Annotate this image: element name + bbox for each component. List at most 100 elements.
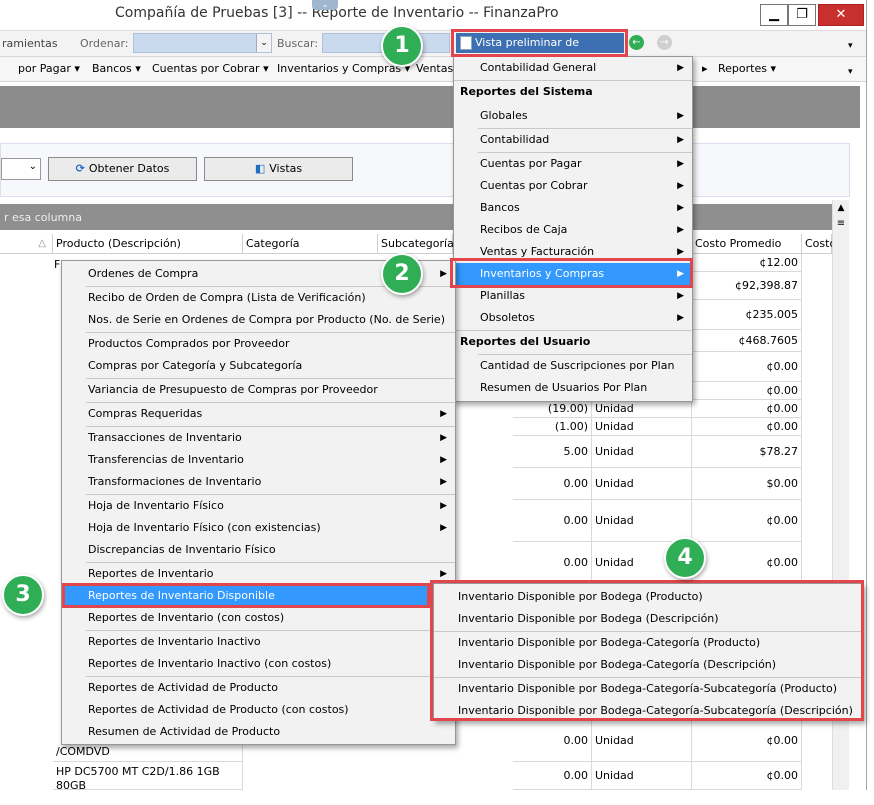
menu-accounting[interactable]: Contabilidad ▶ <box>454 129 692 151</box>
scroll-up-icon[interactable]: ▲ <box>833 200 849 216</box>
row-qty: 5.00 <box>513 436 592 468</box>
menu-accounts-payable[interactable]: por Pagar ▾ <box>18 62 80 75</box>
submenu-product-activity[interactable]: Reportes de Actividad de Producto <box>62 677 455 699</box>
row-cost: ¢0.00 <box>692 352 802 382</box>
menu-more[interactable]: ▸ <box>702 62 708 75</box>
views-button[interactable]: ◧ Vistas <box>204 157 353 181</box>
order-label: Ordenar: <box>80 37 129 50</box>
submenu-arrow-icon: ▶ <box>677 63 684 73</box>
col-sort-header[interactable]: △ <box>0 234 53 254</box>
menu-global[interactable]: Globales ▶ <box>454 105 692 127</box>
row-unit: Unidad <box>592 468 692 500</box>
maximize-button[interactable]: ❐ <box>788 4 816 26</box>
row-unit: Unidad <box>592 400 692 418</box>
submenu-physical-sheet[interactable]: Hoja de Inventario Físico ▶ <box>62 495 455 517</box>
row-cost: ¢0.00 <box>692 720 802 762</box>
submenu-product-activity-costs[interactable]: Reportes de Actividad de Producto (con c… <box>62 699 455 721</box>
menu-sales[interactable]: Ventas <box>416 62 453 75</box>
menu-banks[interactable]: Bancos ▾ <box>92 62 141 75</box>
close-button[interactable]: ✕ <box>818 4 864 26</box>
grid-menu-icon[interactable]: ≡ <box>833 216 849 232</box>
row-cost: ¢0.00 <box>692 500 802 542</box>
row-qty: 0.00 <box>513 762 592 790</box>
callout-box-preview <box>451 29 628 57</box>
menu-label: Cuentas por Pagar <box>480 157 582 170</box>
forward-arrow-icon[interactable]: → <box>657 35 672 50</box>
submenu-inventory-transactions[interactable]: Transacciones de Inventario ▶ <box>62 427 455 449</box>
submenu-required-purchases[interactable]: Compras Requeridas ▶ <box>62 403 455 425</box>
order-combo[interactable]: ⌄ <box>133 33 272 53</box>
submenu-inventory-transfers[interactable]: Transferencias de Inventario ▶ <box>62 449 455 471</box>
menu-users-per-plan[interactable]: Resumen de Usuarios Por Plan <box>454 377 692 399</box>
group-by-band: r esa columna <box>0 204 832 230</box>
submenu-purchases-by-category[interactable]: Compras por Categoría y Subcategoría <box>62 355 455 377</box>
row-cost: ¢468.7605 <box>692 330 802 352</box>
back-arrow-icon[interactable]: ← <box>629 35 644 50</box>
menu-receivables[interactable]: Cuentas por Cobrar ▶ <box>454 175 692 197</box>
submenu-physical-discrepancies[interactable]: Discrepancias de Inventario Físico <box>62 539 455 561</box>
sort-triangle-icon: △ <box>38 238 46 249</box>
callout-box-inventory-menu <box>450 258 693 288</box>
col-product-description[interactable]: Producto (Descripción) <box>53 234 243 254</box>
row-description: HP DC5700 MT C2D/1.86 1GB 80GB <box>53 762 243 790</box>
col-category[interactable]: Categoría <box>243 234 378 254</box>
menu-cash-receipts[interactable]: Recibos de Caja ▶ <box>454 219 692 241</box>
overflow-icon[interactable]: ▾ <box>848 41 853 51</box>
menu-label: Bancos <box>480 201 520 214</box>
row-cost: ¢92,398.87 <box>692 272 802 300</box>
col-cost[interactable]: Costo <box>802 234 836 254</box>
menu-label: Transformaciones de Inventario <box>88 475 262 488</box>
user-reports-header: Reportes del Usuario <box>460 335 591 348</box>
menu-label: Resumen de Actividad de Producto <box>88 725 281 738</box>
filter-combo[interactable]: ⌄ <box>1 158 41 180</box>
toolbar: ramientas Ordenar: ⌄ Buscar: Vista preli… <box>0 31 866 69</box>
row-cost: ¢12.00 <box>692 254 802 272</box>
get-data-button[interactable]: ⟳ Obtener Datos <box>48 157 197 181</box>
menu-subscriptions-per-plan[interactable]: Cantidad de Suscripciones por Plan <box>454 355 692 377</box>
submenu-arrow-icon: ▶ <box>440 409 447 419</box>
tools-label[interactable]: ramientas <box>2 37 58 50</box>
submenu-inventory-reports[interactable]: Reportes de Inventario ▶ <box>62 563 455 585</box>
submenu-po-serials[interactable]: Nos. de Serie en Ordenes de Compra por P… <box>62 309 455 331</box>
submenu-arrow-icon: ▶ <box>440 501 447 511</box>
step-badge-2: 2 <box>381 253 423 295</box>
submenu-inventory-reports-costs[interactable]: Reportes de Inventario (con costos)▶ <box>62 607 455 629</box>
minimize-button[interactable]: ▁ <box>760 4 788 26</box>
menu-payables[interactable]: Cuentas por Pagar ▶ <box>454 153 692 175</box>
menu-banks-reports[interactable]: Bancos ▶ <box>454 197 692 219</box>
menu-obsolete[interactable]: Obsoletos ▶ <box>454 307 692 329</box>
submenu-inactive-inventory-costs[interactable]: Reportes de Inventario Inactivo (con cos… <box>62 653 455 675</box>
col-subcategory[interactable]: Subcategoría <box>378 234 454 254</box>
row-qty: (19.00) <box>513 400 592 418</box>
menu-payroll[interactable]: Planillas ▶ <box>454 285 692 307</box>
row-cost: $78.27 <box>692 436 802 468</box>
menu-label: Resumen de Usuarios Por Plan <box>480 381 648 394</box>
grid-stub: F <box>54 258 61 271</box>
collapse-chevron-icon[interactable]: ⌄ <box>312 0 338 10</box>
menu-label: Contabilidad General <box>480 61 597 74</box>
submenu-physical-sheet-stock[interactable]: Hoja de Inventario Físico (con existenci… <box>62 517 455 539</box>
col-average-cost[interactable]: Costo Promedio <box>692 234 802 254</box>
submenu-inventory-transformations[interactable]: Transformaciones de Inventario ▶ <box>62 471 455 493</box>
row-cost: ¢235.005 <box>692 300 802 330</box>
submenu-products-by-vendor[interactable]: Productos Comprados por Proveedor <box>62 333 455 355</box>
submenu-product-activity-summary[interactable]: Resumen de Actividad de Producto <box>62 721 455 743</box>
row-cost: ¢0.00 <box>692 542 802 584</box>
menu-label: Cuentas por Cobrar <box>480 179 588 192</box>
submenu-arrow-icon: ▶ <box>677 291 684 301</box>
row-qty: (1.00) <box>513 418 592 436</box>
menu-label: Variancia de Presupuesto de Compras por … <box>88 383 378 396</box>
submenu-inactive-inventory[interactable]: Reportes de Inventario Inactivo <box>62 631 455 653</box>
menu-overflow-icon[interactable]: ▾ <box>848 67 853 77</box>
inventory-submenu: Ordenes de Compra ▶ Recibo de Orden de Co… <box>61 260 456 745</box>
row-qty: 0.00 <box>513 500 592 542</box>
menu-accounts-receivable[interactable]: Cuentas por Cobrar ▾ <box>152 62 269 75</box>
menu-general-accounting[interactable]: Contabilidad General ▶ <box>454 57 692 79</box>
header-band <box>0 86 860 128</box>
row-unit: Unidad <box>592 500 692 542</box>
menu-reports[interactable]: Reportes ▾ <box>718 62 776 75</box>
menu-label: Contabilidad <box>480 133 550 146</box>
chevron-down-icon: ⌄ <box>28 161 37 172</box>
submenu-budget-variance[interactable]: Variancia de Presupuesto de Compras por … <box>62 379 455 401</box>
menu-label: Globales <box>480 109 528 122</box>
